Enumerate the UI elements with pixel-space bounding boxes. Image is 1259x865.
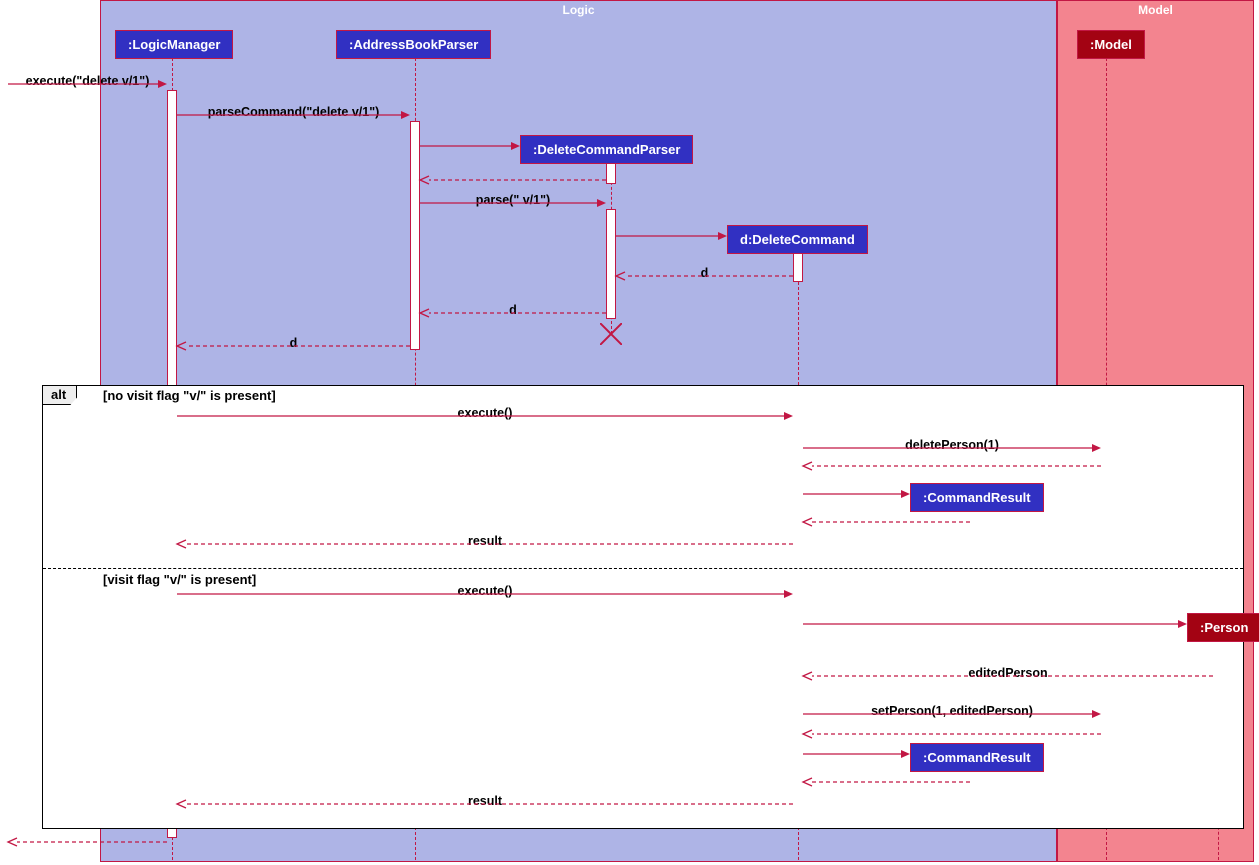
participant-deletecommand: d:DeleteCommand	[727, 225, 868, 254]
alt-condition-2: [visit flag "v/" is present]	[103, 572, 256, 587]
participant-logicmanager: :LogicManager	[115, 30, 233, 59]
alt-divider	[43, 568, 1243, 569]
alt-fragment: alt [no visit flag "v/" is present] [vis…	[42, 385, 1244, 829]
alt-condition-1: [no visit flag "v/" is present]	[103, 388, 276, 403]
activation-dcp-create	[606, 162, 616, 184]
participant-person: :Person	[1187, 613, 1259, 642]
participant-commandresult1: :CommandResult	[910, 483, 1044, 512]
participant-commandresult2: :CommandResult	[910, 743, 1044, 772]
region-model-header: Model	[1058, 1, 1253, 19]
activation-dcp-parse	[606, 209, 616, 319]
activation-addressbookparser	[410, 121, 420, 350]
activation-dc-create	[793, 252, 803, 282]
sequence-diagram-canvas: Logic Model :LogicManager :AddressBookPa…	[0, 0, 1259, 865]
region-logic-header: Logic	[101, 1, 1056, 19]
participant-deletecommandparser: :DeleteCommandParser	[520, 135, 693, 164]
participant-addressbookparser: :AddressBookParser	[336, 30, 491, 59]
participant-model: :Model	[1077, 30, 1145, 59]
alt-label: alt	[43, 386, 77, 405]
destroy-icon	[600, 323, 622, 345]
